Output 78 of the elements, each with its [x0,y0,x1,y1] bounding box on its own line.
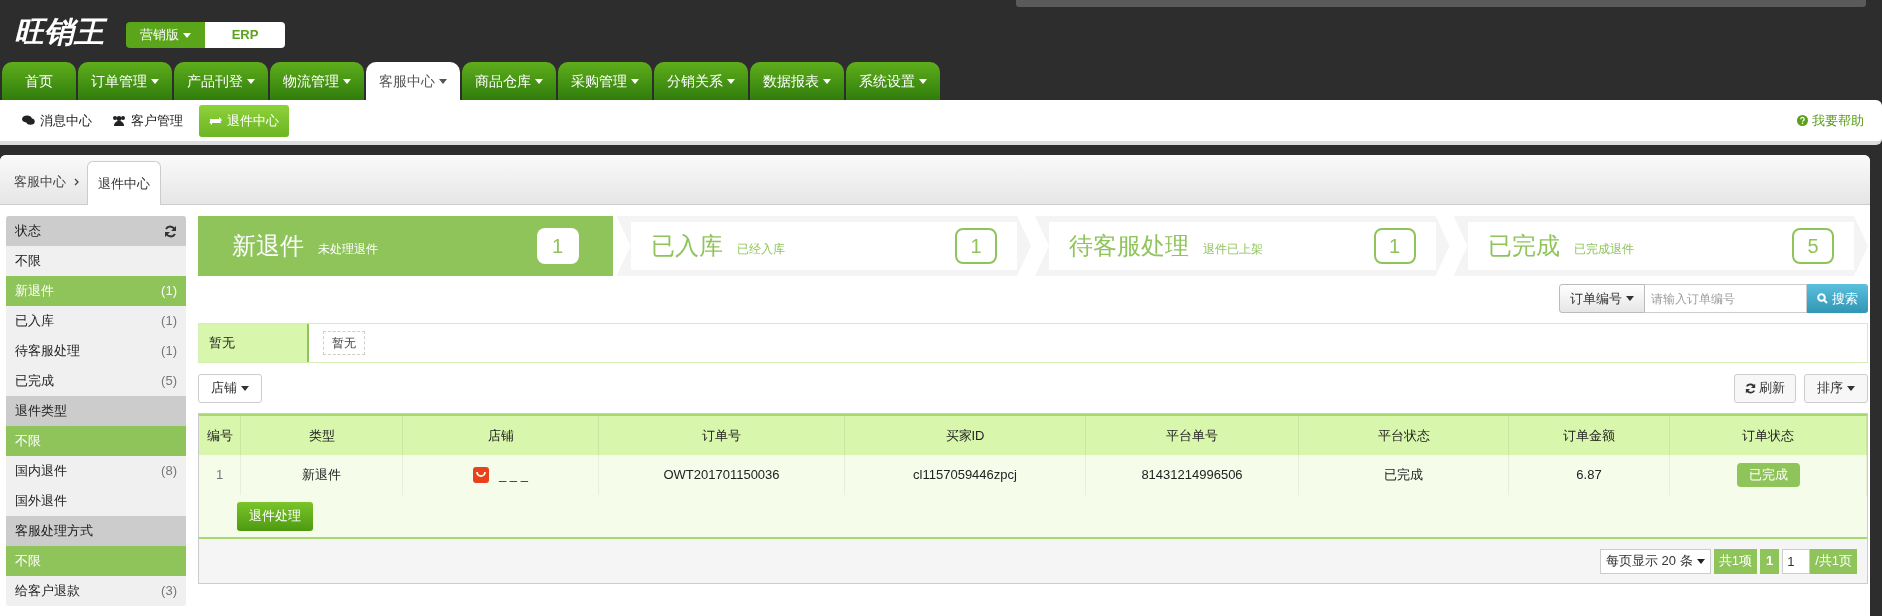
swap-icon [209,115,222,126]
step-count: 5 [1792,228,1834,264]
caret-icon [241,385,249,391]
status-badge: 已完成 [1736,463,1800,487]
caret-icon [183,32,191,38]
breadcrumb-tab[interactable]: 退件中心 [87,161,161,205]
chevron-right-icon [74,178,79,186]
sidebar-item[interactable]: 不限 [6,426,186,456]
nav-tab[interactable]: 首页 [2,62,76,100]
step-banner[interactable]: 已入库 已经入库 1 [616,216,1031,276]
nav-tab[interactable]: 物流管理 [270,62,364,100]
nav-tab[interactable]: 订单管理 [78,62,172,100]
edition-dropdown[interactable]: 营销版 [126,22,205,48]
page-field[interactable]: 1 [1782,548,1811,574]
step-subtitle: 已完成退件 [1573,241,1634,258]
step-title: 新退件 [232,231,304,261]
caret-icon [1696,558,1705,564]
step-banner[interactable]: 待客服处理 退件已上架 1 [1035,216,1450,276]
shop-name: _ _ _ [499,466,528,485]
refresh-icon[interactable] [164,224,177,238]
users-icon [112,115,126,126]
refresh-icon [1745,382,1756,394]
page-total: /共1页 [1810,548,1857,574]
nav-tab[interactable]: 分销关系 [654,62,748,100]
sidebar-item[interactable]: 已入库 (1) [6,306,186,336]
sidebar-heading: 退件类型 [15,402,67,421]
shop-dropdown[interactable]: 店铺 [198,373,262,403]
caret-icon [1626,296,1634,301]
nav-tab[interactable]: 产品刊登 [174,62,268,100]
subnav-tab[interactable]: 客户管理 [108,104,187,137]
help-link[interactable]: 我要帮助 [1797,110,1864,131]
step-count: 1 [1373,228,1416,264]
caret-icon [1847,385,1855,391]
step-subtitle: 未处理退件 [318,241,378,258]
sidebar-item[interactable]: 给客户退款 (3) [6,576,186,606]
search-button[interactable]: 搜索 [1807,284,1868,313]
total-count: 共1项 [1713,548,1757,574]
chat-icon [22,115,35,126]
sidebar-item[interactable]: 已完成 (5) [6,366,186,396]
step-banner[interactable]: 新退件 未处理退件 1 [198,216,613,276]
sidebar-item[interactable]: 不限 [6,246,186,276]
breadcrumb-link[interactable]: 客服中心 [14,172,66,192]
sidebar-heading: 状态 [15,222,41,241]
refresh-button[interactable]: 刷新 [1734,373,1796,403]
sidebar-heading: 客服处理方式 [15,522,93,541]
search-type-dropdown[interactable]: 订单编号 [1559,284,1645,313]
step-count: 1 [536,228,579,264]
search-field[interactable]: 请输入订单编号 [1645,284,1807,313]
filter-tag[interactable]: 暂无 [323,331,365,355]
subnav-tab[interactable]: 消息中心 [18,104,96,137]
nav-tab[interactable]: 数据报表 [750,62,844,100]
step-count: 1 [955,228,997,264]
step-title: 待客服处理 [1069,231,1189,261]
page-size-dropdown[interactable]: 每页显示 20 条 [1600,548,1711,574]
help-icon [1797,115,1808,126]
product-tab[interactable]: ERP [205,22,285,48]
sidebar-item[interactable]: 国外退件 [6,486,186,516]
nav-tab[interactable]: 采购管理 [558,62,652,100]
return-process-button[interactable]: 退件处理 [237,501,313,531]
sidebar-item[interactable]: 不限 [6,546,186,576]
filter-label: 暂无 [209,334,235,353]
sort-dropdown[interactable]: 排序 [1804,373,1868,403]
search-icon [1817,293,1828,304]
sidebar-item[interactable]: 国内退件 (8) [6,456,186,486]
nav-tab[interactable]: 系统设置 [846,62,940,100]
logo: 旺销王 [10,13,108,51]
shopping-bag-icon [473,467,490,483]
step-title: 已入库 [650,231,723,261]
step-subtitle: 退件已上架 [1203,241,1263,258]
nav-tab[interactable]: 客服中心 [366,62,460,100]
sidebar-item[interactable]: 新退件 (1) [6,276,186,306]
subnav-tab[interactable]: 退件中心 [199,104,289,137]
step-banner[interactable]: 已完成 已完成退件 5 [1453,216,1868,276]
step-subtitle: 已经入库 [736,241,785,258]
sidebar-item[interactable]: 待客服处理 (1) [6,336,186,366]
page-button[interactable]: 1 [1759,548,1780,574]
step-title: 已完成 [1487,231,1560,261]
nav-tab[interactable]: 商品仓库 [462,62,556,100]
